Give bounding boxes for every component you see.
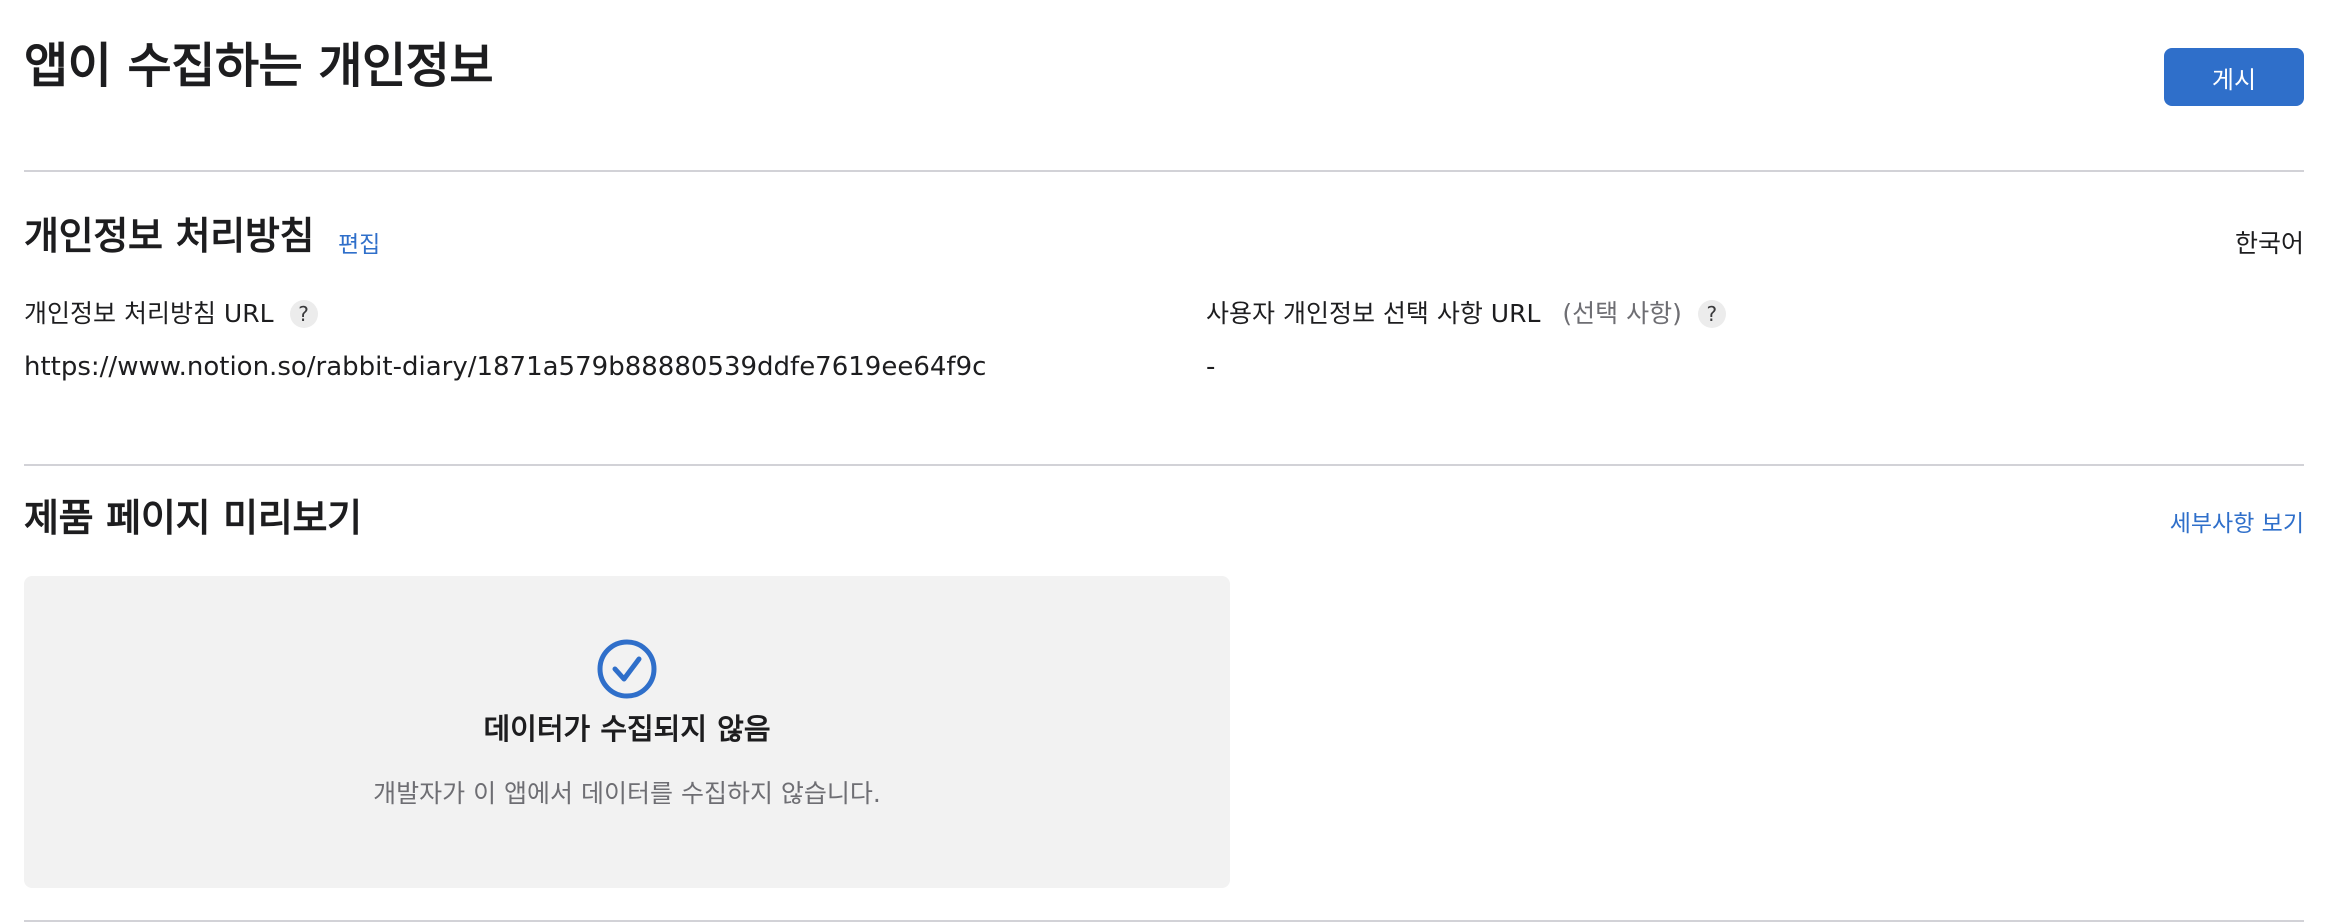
privacy-policy-url-value: https://www.notion.so/rabbit-diary/1871a… xyxy=(24,352,987,382)
help-icon[interactable]: ? xyxy=(289,300,318,328)
user-choices-url-label: 사용자 개인정보 선택 사항 URL xyxy=(1206,299,1541,328)
checkmark-circle-icon xyxy=(597,639,657,699)
user-choices-url-label-row: 사용자 개인정보 선택 사항 URL (선택 사항) ? xyxy=(1206,296,1726,332)
privacy-policy-url-label-row: 개인정보 처리방침 URL ? xyxy=(24,296,318,332)
no-data-collected-description: 개발자가 이 앱에서 데이터를 수집하지 않습니다. xyxy=(373,779,881,808)
privacy-policy-section-title: 개인정보 처리방침 xyxy=(24,214,315,258)
view-details-link[interactable]: 세부사항 보기 xyxy=(2170,504,2304,538)
privacy-policy-url-label: 개인정보 처리방침 URL xyxy=(24,299,274,328)
edit-privacy-policy-link[interactable]: 편집 xyxy=(338,225,380,259)
divider xyxy=(24,170,2304,172)
publish-button[interactable]: 게시 xyxy=(2164,48,2304,106)
divider xyxy=(24,920,2304,922)
page-title: 앱이 수집하는 개인정보 xyxy=(24,38,494,94)
product-page-preview-title: 제품 페이지 미리보기 xyxy=(24,496,362,540)
help-icon[interactable]: ? xyxy=(1697,300,1726,328)
optional-label: (선택 사항) xyxy=(1562,299,1682,328)
language-label: 한국어 xyxy=(2234,229,2304,258)
privacy-preview-card: 데이터가 수집되지 않음 개발자가 이 앱에서 데이터를 수집하지 않습니다. xyxy=(24,576,1230,888)
no-data-collected-heading: 데이터가 수집되지 않음 xyxy=(483,712,771,746)
user-choices-url-value: - xyxy=(1206,352,1216,382)
divider xyxy=(24,464,2304,466)
